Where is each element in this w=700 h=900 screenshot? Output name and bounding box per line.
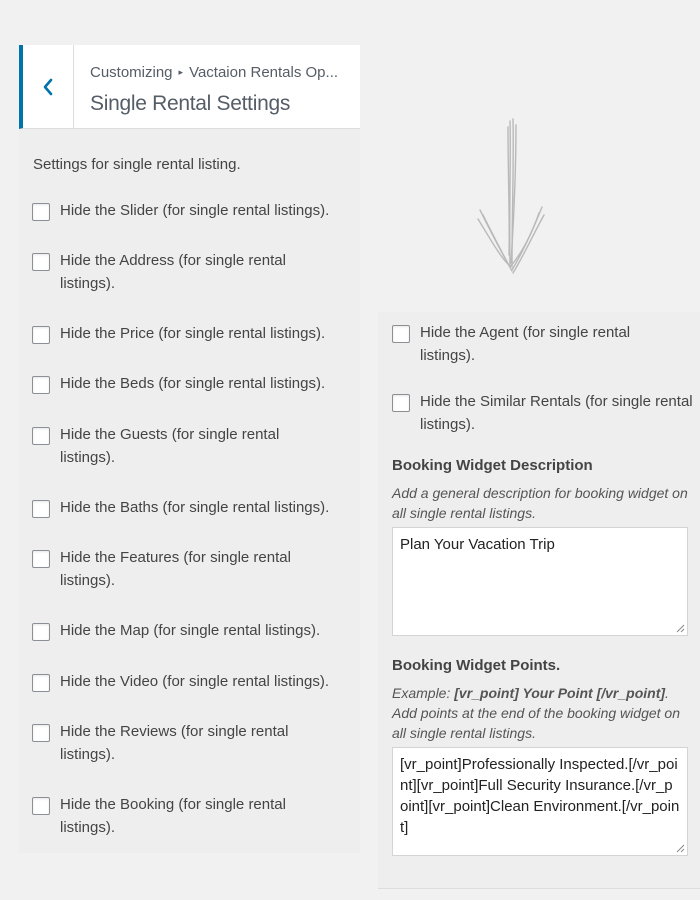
booking-points-textarea[interactable]: [vr_point]Professionally Inspected.[/vr_… [392,747,688,856]
checkbox[interactable] [32,797,50,815]
option-hide-guests[interactable]: Hide the Guests (for single rental listi… [32,425,315,469]
option-hide-slider[interactable]: Hide the Slider (for single rental listi… [32,201,360,222]
chevron-left-icon [43,78,53,95]
checkbox[interactable] [32,674,50,692]
resize-handle-icon[interactable] [676,844,685,853]
checkbox[interactable] [32,623,50,641]
option-hide-agent[interactable]: Hide the Agent (for single rental listin… [392,323,660,367]
checkbox[interactable] [32,376,50,394]
checkbox[interactable] [32,253,50,271]
option-label: Hide the Guests (for single rental listi… [60,426,280,466]
booking-description-help: Add a general description for booking wi… [392,485,688,521]
option-label: Hide the Video (for single rental listin… [60,673,330,690]
breadcrumb-section: Vactaion Rentals Op... [189,64,339,81]
option-label: Hide the Agent (for single rental listin… [420,324,631,364]
checkbox[interactable] [392,394,410,412]
customizer-panel: Customizing ▸ Vactaion Rentals Op... Singl… [19,45,360,853]
option-label: Hide the Map (for single rental listings… [60,622,321,639]
panel-description: Settings for single rental listing. [33,156,241,173]
customizer-panel-continued: Hide the Agent (for single rental listin… [378,312,700,889]
booking-description-textarea[interactable]: Plan Your Vacation Trip [392,527,688,636]
option-hide-price[interactable]: Hide the Price (for single rental listin… [32,324,360,345]
checkbox[interactable] [32,724,50,742]
checkbox[interactable] [32,550,50,568]
booking-points-help: Example: [vr_point] Your Point [/vr_poin… [392,683,692,743]
option-label: Hide the Features (for single rental lis… [60,549,291,589]
option-hide-video[interactable]: Hide the Video (for single rental listin… [32,672,360,693]
panel-title: Single Rental Settings [90,92,291,115]
option-label: Hide the Booking (for single rental list… [60,796,286,836]
option-label: Hide the Slider (for single rental listi… [60,202,330,219]
booking-points-help-prefix: Example: [392,685,455,701]
option-hide-reviews[interactable]: Hide the Reviews (for single rental list… [32,722,315,766]
option-label: Hide the Beds (for single rental listing… [60,375,326,392]
option-hide-features[interactable]: Hide the Features (for single rental lis… [32,548,315,592]
option-label: Hide the Similar Rentals (for single ren… [420,393,693,433]
back-button[interactable] [23,45,74,128]
resize-handle-icon[interactable] [676,624,685,633]
option-hide-booking[interactable]: Hide the Booking (for single rental list… [32,795,315,839]
option-hide-beds[interactable]: Hide the Beds (for single rental listing… [32,374,360,395]
booking-points-title: Booking Widget Points. [392,657,561,674]
option-label: Hide the Reviews (for single rental list… [60,723,289,763]
option-label: Hide the Price (for single rental listin… [60,325,326,342]
panel-header-text: Customizing ▸ Vactaion Rentals Op... Singl… [90,63,352,117]
checkbox[interactable] [32,326,50,344]
breadcrumb-separator-icon: ▸ [178,67,184,77]
hand-drawn-down-arrow-icon [477,118,545,274]
panel-header: Customizing ▸ Vactaion Rentals Op... Singl… [19,45,360,129]
breadcrumb: Customizing ▸ Vactaion Rentals Op... [90,63,352,84]
checkbox[interactable] [32,500,50,518]
option-hide-address[interactable]: Hide the Address (for single rental list… [32,251,315,295]
option-label: Hide the Address (for single rental list… [60,252,286,292]
option-label: Hide the Baths (for single rental listin… [60,499,330,516]
checkbox[interactable] [32,203,50,221]
booking-description-title: Booking Widget Description [392,457,593,474]
booking-points-help-example: [vr_point] Your Point [/vr_point] [454,685,666,701]
option-hide-similar-rentals[interactable]: Hide the Similar Rentals (for single ren… [392,392,700,436]
breadcrumb-root: Customizing [90,64,173,81]
checkbox[interactable] [32,427,50,445]
option-hide-map[interactable]: Hide the Map (for single rental listings… [32,621,360,642]
checkbox[interactable] [392,325,410,343]
option-hide-baths[interactable]: Hide the Baths (for single rental listin… [32,498,360,519]
